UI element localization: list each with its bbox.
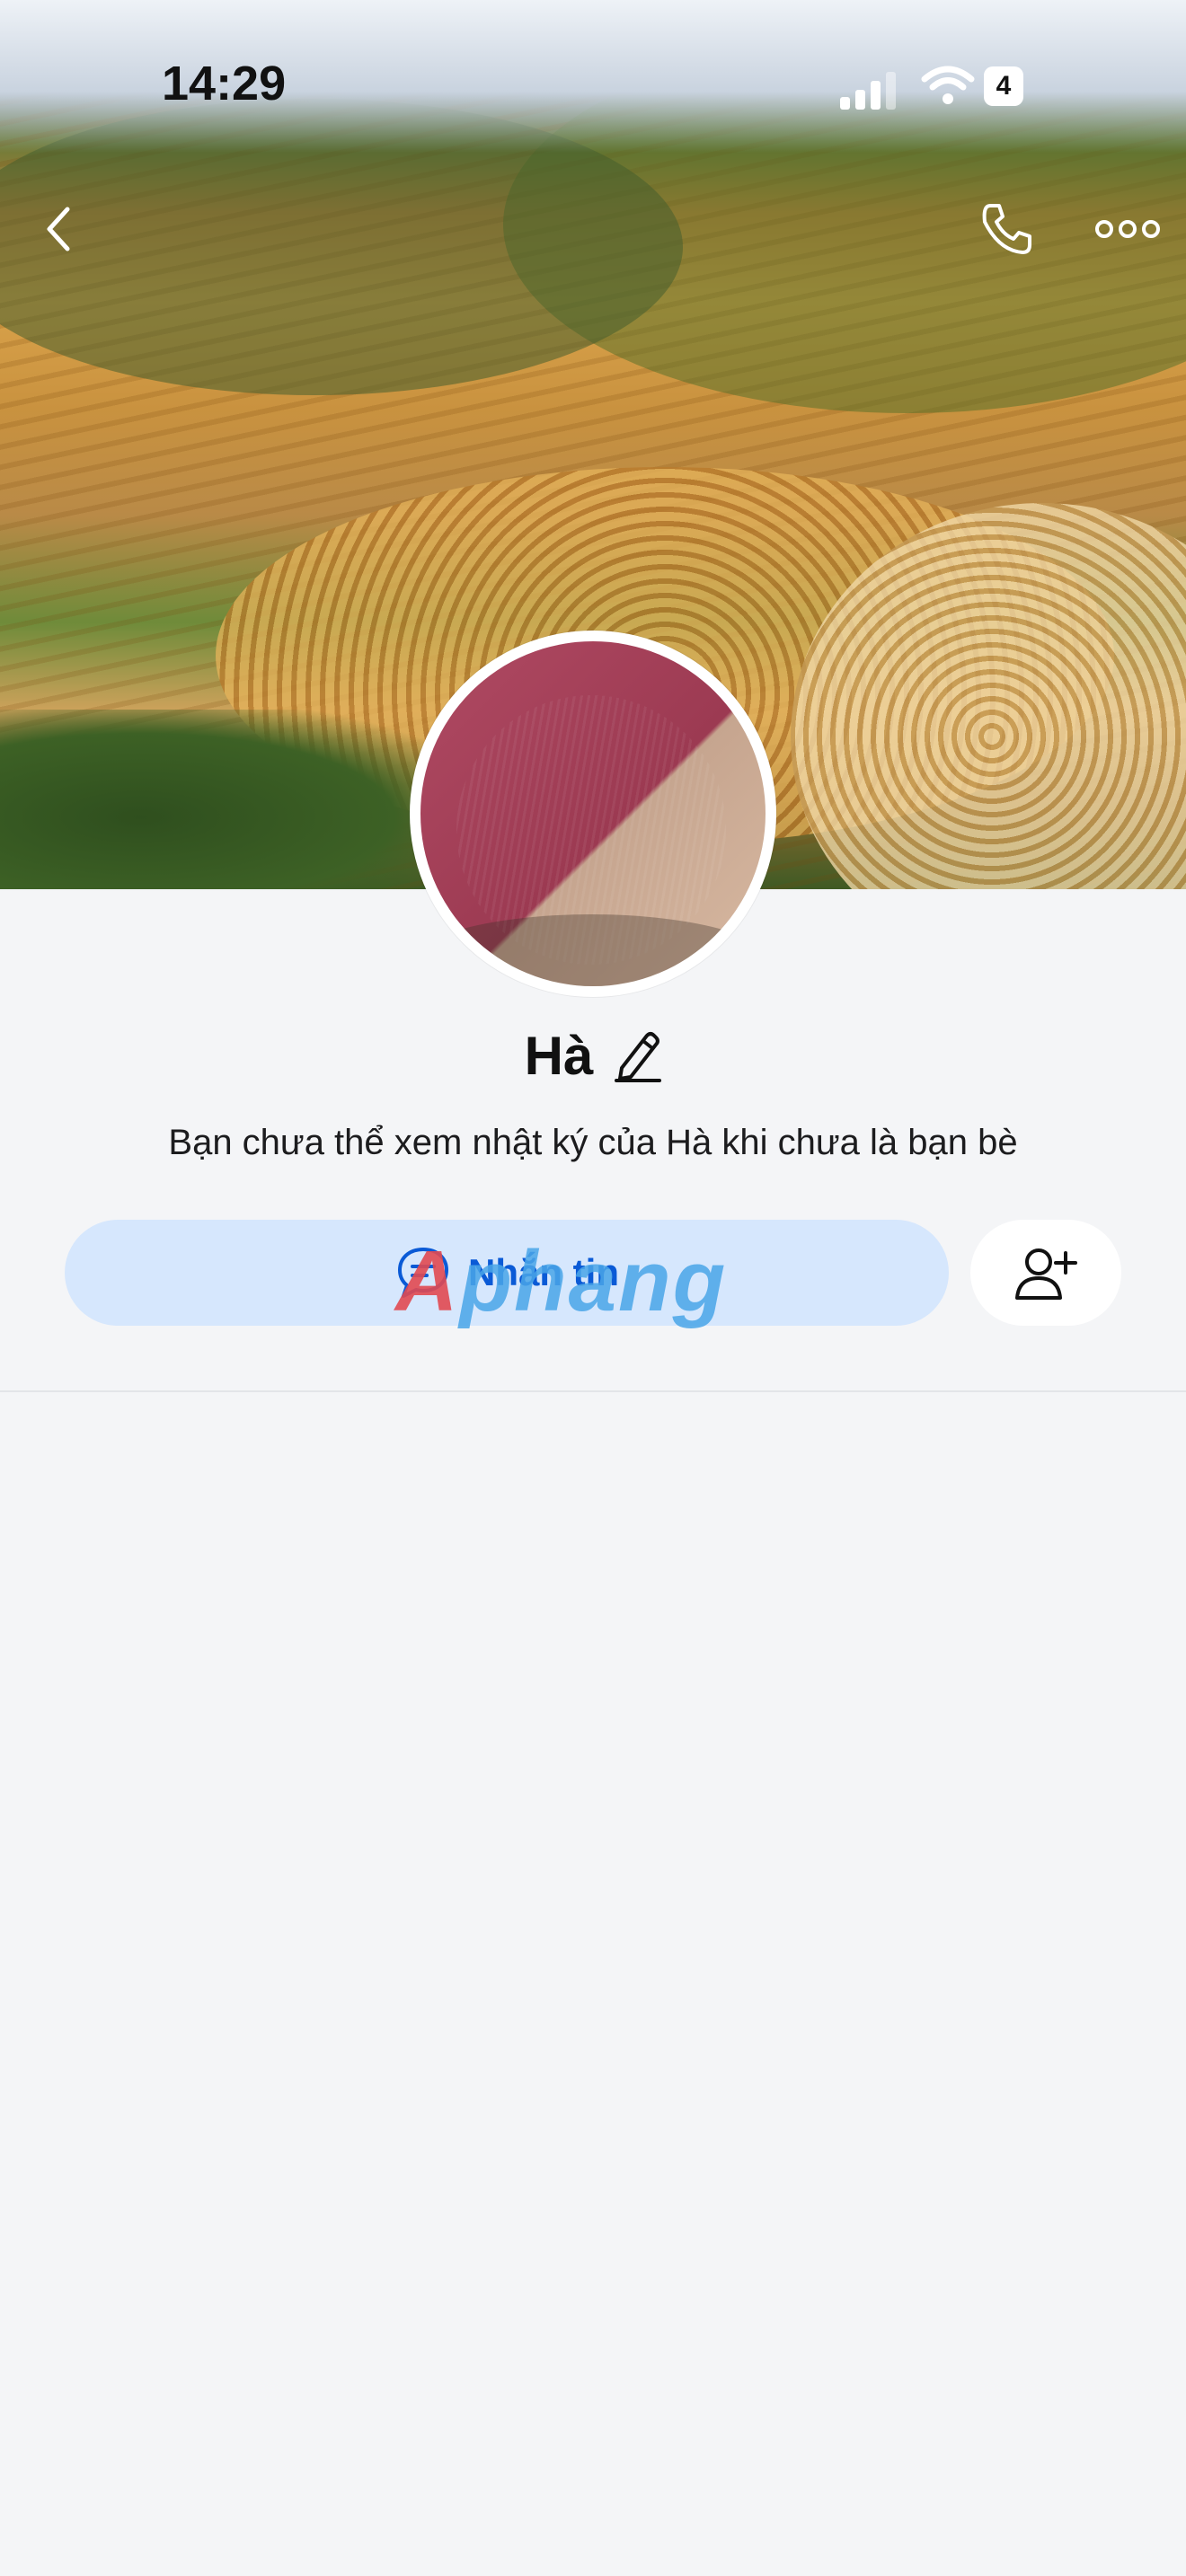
chat-bubble-icon bbox=[398, 1248, 448, 1298]
add-friend-button[interactable] bbox=[970, 1220, 1121, 1326]
pencil-icon bbox=[615, 1032, 662, 1082]
signal-bar bbox=[840, 97, 850, 110]
back-button[interactable] bbox=[27, 198, 90, 260]
avatar-frame[interactable] bbox=[410, 631, 776, 997]
signal-bar bbox=[886, 72, 896, 110]
phone-icon bbox=[982, 204, 1031, 254]
diary-privacy-notice: Bạn chưa thể xem nhật ký của Hà khi chưa… bbox=[168, 1123, 1018, 1162]
status-time: 14:29 bbox=[162, 57, 287, 110]
signal-bar bbox=[855, 90, 865, 110]
avatar-shadow bbox=[420, 914, 766, 986]
add-user-icon bbox=[1015, 1248, 1077, 1300]
wifi-icon bbox=[921, 66, 975, 104]
status-icons: 4 bbox=[840, 65, 1038, 110]
signal-bar bbox=[871, 81, 881, 110]
profile-name: Hà bbox=[524, 1025, 594, 1086]
cover-forest bbox=[0, 710, 467, 889]
call-button[interactable] bbox=[970, 193, 1042, 265]
more-options-button[interactable] bbox=[1092, 193, 1164, 265]
name-row: Hà bbox=[0, 1015, 1186, 1096]
avatar[interactable] bbox=[420, 641, 766, 986]
edit-name-button[interactable] bbox=[613, 1028, 662, 1082]
section-divider bbox=[0, 1390, 1186, 1392]
battery-indicator: 4 bbox=[984, 66, 1023, 106]
chevron-left-icon bbox=[47, 207, 70, 251]
message-button[interactable]: Nhắn tin bbox=[65, 1220, 949, 1326]
message-button-label: Nhắn tin bbox=[468, 1251, 619, 1293]
more-horizontal-icon bbox=[1095, 220, 1160, 238]
